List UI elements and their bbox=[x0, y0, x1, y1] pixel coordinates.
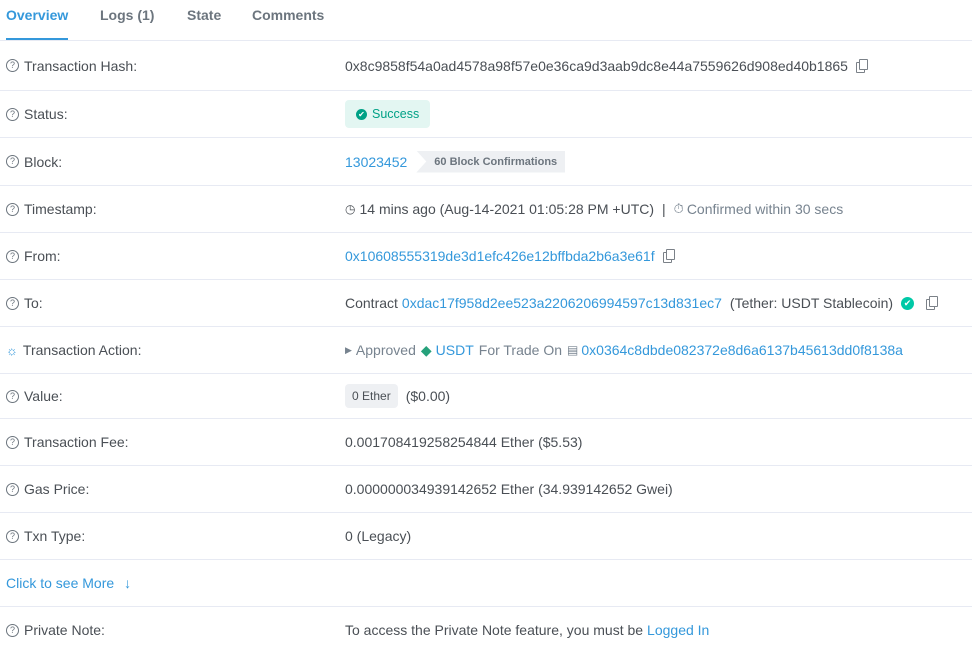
help-icon[interactable]: ? bbox=[6, 482, 19, 496]
from-label: From: bbox=[24, 248, 61, 264]
row-transaction-action: ☼ Transaction Action: ▶ Approved ◆ USDT F… bbox=[0, 327, 972, 374]
help-icon[interactable]: ? bbox=[6, 389, 19, 403]
row-transaction-hash: ? Transaction Hash: 0x8c9858f54a0ad4578a9… bbox=[0, 41, 972, 91]
contract-name: (Tether: USDT Stablecoin) bbox=[729, 295, 894, 311]
document-icon: ▤ bbox=[567, 343, 579, 357]
row-value: ? Value: 0 Ether ($0.00) bbox=[0, 374, 972, 419]
help-icon[interactable]: ? bbox=[6, 296, 19, 310]
block-label: Block: bbox=[24, 153, 63, 170]
ether-value-badge: 0 Ether bbox=[345, 384, 398, 408]
to-address-link[interactable]: 0xdac17f958d2ee523a2206206994597c13d831e… bbox=[402, 295, 722, 311]
help-icon[interactable]: ? bbox=[6, 435, 19, 449]
tab-bar: Overview Logs (1) State Comments bbox=[0, 0, 972, 41]
lightbulb-icon: ☼ bbox=[6, 342, 18, 358]
status-label: Status: bbox=[24, 106, 68, 122]
see-more-link[interactable]: Click to see More bbox=[6, 575, 114, 591]
row-to: ? To: Contract 0xdac17f958d2ee523a2206206… bbox=[0, 280, 972, 327]
row-transaction-fee: ? Transaction Fee: 0.001708419258254844 E… bbox=[0, 419, 972, 466]
transaction-hash-value: 0x8c9858f54a0ad4578a98f57e0e36ca9d3aab9d… bbox=[345, 57, 848, 74]
arrow-down-icon[interactable]: ↓ bbox=[124, 575, 131, 591]
row-timestamp: ? Timestamp: ◷ 14 mins ago (Aug-14-2021 0… bbox=[0, 186, 972, 233]
timer-icon: ⏱ bbox=[673, 201, 684, 216]
help-icon[interactable]: ? bbox=[6, 107, 19, 121]
row-status: ? Status: ✔ Success bbox=[0, 91, 972, 138]
tab-comments[interactable]: Comments bbox=[252, 0, 324, 40]
verified-check-icon: ✔ bbox=[901, 296, 915, 310]
from-address-link[interactable]: 0x10608555319de3d1efc426e12bffbda2b6a3e6… bbox=[345, 248, 655, 264]
approved-text: Approved bbox=[355, 342, 416, 358]
timestamp-value: 14 mins ago (Aug-14-2021 01:05:28 PM +UT… bbox=[359, 201, 655, 217]
private-note-label: Private Note: bbox=[24, 622, 105, 638]
row-txn-type: ? Txn Type: 0 (Legacy) bbox=[0, 513, 972, 560]
copy-icon[interactable] bbox=[662, 249, 675, 263]
usd-value: ($0.00) bbox=[405, 388, 451, 404]
help-icon[interactable]: ? bbox=[6, 155, 19, 168]
clock-icon: ◷ bbox=[345, 202, 356, 216]
block-number-link[interactable]: 13023452 bbox=[345, 154, 407, 170]
row-from: ? From: 0x10608555319de3d1efc426e12bffbda… bbox=[0, 233, 972, 280]
to-label: To: bbox=[24, 295, 43, 311]
tab-state[interactable]: State bbox=[187, 0, 221, 40]
txn-type-label: Txn Type: bbox=[24, 528, 86, 544]
transaction-hash-label: Transaction Hash: bbox=[24, 57, 138, 74]
private-note-text: To access the Private Note feature, you … bbox=[345, 622, 644, 638]
help-icon[interactable]: ? bbox=[6, 249, 19, 263]
status-badge: ✔ Success bbox=[345, 100, 431, 128]
row-private-note: ? Private Note: To access the Private Not… bbox=[0, 607, 972, 653]
value-label: Value: bbox=[24, 388, 63, 404]
check-circle-icon: ✔ bbox=[356, 108, 367, 120]
transaction-fee-label: Transaction Fee: bbox=[24, 434, 129, 450]
row-see-more: Click to see More ↓ bbox=[0, 560, 972, 607]
help-icon[interactable]: ? bbox=[6, 529, 19, 543]
contract-prefix: Contract bbox=[345, 295, 398, 311]
login-link[interactable]: Logged In bbox=[647, 622, 709, 638]
help-icon[interactable]: ? bbox=[6, 623, 19, 637]
block-confirmations-badge: 60 Block Confirmations bbox=[416, 150, 566, 173]
help-icon[interactable]: ? bbox=[6, 59, 19, 72]
copy-icon[interactable] bbox=[855, 58, 868, 73]
token-link[interactable]: USDT bbox=[436, 342, 474, 358]
caret-right-icon: ▶ bbox=[345, 344, 352, 355]
tab-logs[interactable]: Logs (1) bbox=[100, 0, 154, 40]
timestamp-label: Timestamp: bbox=[24, 201, 97, 217]
copy-icon[interactable] bbox=[926, 296, 939, 310]
transaction-fee-value: 0.001708419258254844 Ether ($5.53) bbox=[345, 434, 583, 450]
status-value: Success bbox=[372, 107, 420, 121]
tab-overview[interactable]: Overview bbox=[6, 0, 69, 40]
confirmed-within: Confirmed within 30 secs bbox=[686, 201, 844, 217]
for-trade-text: For Trade On bbox=[478, 342, 563, 358]
trade-address-link[interactable]: 0x0364c8dbde082372e8d6a6137b45613dd0f813… bbox=[581, 342, 903, 358]
token-gem-icon: ◆ bbox=[420, 341, 432, 358]
separator: | bbox=[662, 201, 666, 217]
row-gas-price: ? Gas Price: 0.000000034939142652 Ether (… bbox=[0, 466, 972, 513]
transaction-action-label: Transaction Action: bbox=[22, 342, 142, 358]
help-icon[interactable]: ? bbox=[6, 202, 19, 216]
row-block: ? Block: 13023452 60 Block Confirmations bbox=[0, 138, 972, 186]
gas-price-value: 0.000000034939142652 Ether (34.939142652… bbox=[345, 481, 673, 497]
gas-price-label: Gas Price: bbox=[24, 481, 90, 497]
txn-type-value: 0 (Legacy) bbox=[345, 528, 412, 544]
